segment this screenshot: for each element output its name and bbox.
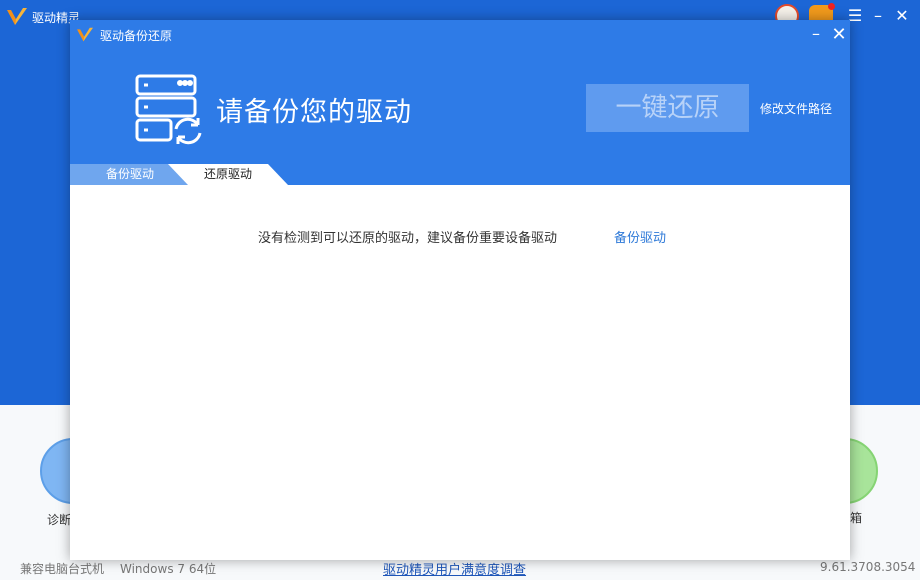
no-restorable-drivers-message: 没有检测到可以还原的驱动，建议备份重要设备驱动 (258, 231, 558, 246)
os-label: Windows 7 64位 (120, 562, 217, 576)
v-logo-icon (77, 27, 93, 42)
backup-restore-dialog: 驱动备份还原 – ✕ 请备份您的驱动 一键还原 修改文件路径 备份驱动 还原驱动… (70, 20, 850, 560)
v-logo-icon (7, 8, 27, 25)
app-close-icon[interactable]: ✕ (891, 6, 913, 26)
change-path-link[interactable]: 修改文件路径 (760, 100, 832, 117)
dialog-title: 驱动备份还原 (100, 29, 173, 43)
tab-restore-drivers[interactable]: 还原驱动 (168, 164, 288, 185)
diagnose-feature-label: 诊断 (47, 513, 72, 527)
backup-drivers-link[interactable]: 备份驱动 (614, 227, 666, 246)
dialog-headline: 请备份您的驱动 (216, 97, 412, 128)
version-label: 9.61.3708.3054 (820, 560, 916, 574)
app-minimize-icon[interactable]: – (867, 6, 889, 26)
survey-link[interactable]: 驱动精灵用户满意度调查 (383, 559, 526, 578)
pc-type-label: 兼容电脑台式机 (20, 562, 105, 576)
server-restore-icon (135, 74, 202, 145)
one-click-restore-button[interactable]: 一键还原 (586, 84, 749, 132)
toolbox-feature-label: 箱 (850, 511, 863, 525)
dialog-tab-bar: 备份驱动 还原驱动 (70, 164, 850, 185)
dialog-header: 驱动备份还原 – ✕ 请备份您的驱动 一键还原 修改文件路径 备份驱动 还原驱动 (70, 20, 850, 185)
dialog-close-icon[interactable]: ✕ (830, 24, 848, 45)
dialog-minimize-icon[interactable]: – (807, 24, 825, 44)
